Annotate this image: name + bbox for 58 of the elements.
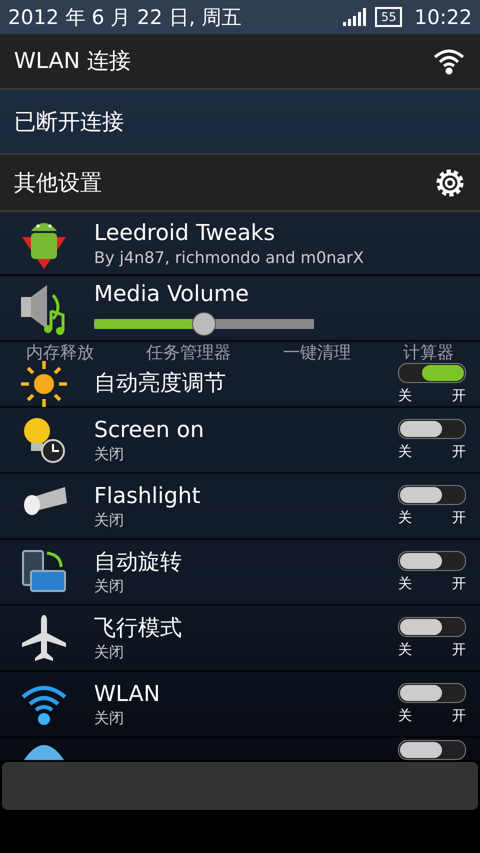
on-label: 开 <box>452 443 466 461</box>
settings-icon <box>434 166 466 198</box>
off-label: 关 <box>398 707 412 725</box>
toggle-status: 关闭 <box>94 444 125 464</box>
battery-level: 55 <box>375 7 402 27</box>
toggle-row[interactable]: 自动旋转 关闭 关 开 <box>0 540 480 606</box>
wifi-icon <box>432 47 466 75</box>
toggle-title: 飞行模式 <box>94 614 183 642</box>
tweaks-row[interactable]: Leedroid Tweaks By j4n87, richmondo and m0narX <box>0 212 480 276</box>
on-label: 开 <box>452 707 466 725</box>
toggle-status: 关闭 <box>94 642 125 662</box>
toggle-status: 关闭 <box>94 576 125 596</box>
off-label: 关 <box>398 443 412 461</box>
media-volume-title: Media Volume <box>94 280 250 308</box>
on-label: 开 <box>452 575 466 593</box>
toggle-title: 自动亮度调节 <box>94 370 227 398</box>
off-label: 关 <box>398 509 412 527</box>
toggle-status: 关闭 <box>94 708 125 728</box>
toggle-switch[interactable] <box>398 363 466 383</box>
off-label: 关 <box>398 575 412 593</box>
toggle-row[interactable]: WLAN 关闭 关 开 <box>0 672 480 738</box>
toggle-switch[interactable] <box>398 740 466 760</box>
toggle-row[interactable]: 飞行模式 关闭 关 开 <box>0 606 480 672</box>
off-label: 关 <box>398 387 412 405</box>
other-settings-header[interactable]: 其他设置 <box>0 155 480 212</box>
shade-handle[interactable] <box>2 762 478 810</box>
app-label[interactable]: 一键清理 <box>283 340 351 364</box>
wlan-status-text: 已断开连接 <box>14 108 124 136</box>
toggle-row[interactable] <box>0 738 480 762</box>
toggle-title: 自动旋转 <box>94 548 183 576</box>
toggle-switch[interactable] <box>398 617 466 637</box>
on-label: 开 <box>452 641 466 659</box>
wlan-status-row[interactable]: 已断开连接 <box>0 90 480 155</box>
date-text: 2012 年 6 月 22 日, 周五 <box>8 4 242 30</box>
toggle-title: Screen on <box>94 416 206 444</box>
wlan-title: WLAN 连接 <box>14 48 132 76</box>
toggle-switch[interactable] <box>398 683 466 703</box>
tweaks-title: Leedroid Tweaks <box>94 220 276 248</box>
toggle-switch[interactable] <box>398 419 466 439</box>
toggle-title: WLAN <box>94 680 162 708</box>
volume-thumb[interactable] <box>192 312 216 336</box>
clock-time: 10:22 <box>414 5 472 29</box>
off-label: 关 <box>398 641 412 659</box>
toggle-row[interactable]: Flashlight 关闭 关 开 <box>0 474 480 540</box>
on-label: 开 <box>452 387 466 405</box>
toggle-status: 关闭 <box>94 510 125 530</box>
app-label[interactable]: 计算器 <box>403 340 454 364</box>
toggle-switch[interactable] <box>398 485 466 505</box>
on-label: 开 <box>452 509 466 527</box>
app-label[interactable]: 内存释放 <box>26 340 94 364</box>
toggle-title: Flashlight <box>94 482 202 510</box>
toggle-switch[interactable] <box>398 551 466 571</box>
toggle-row[interactable]: 自动亮度调节 关 开 <box>0 362 480 408</box>
tweaks-credits: By j4n87, richmondo and m0narX <box>94 248 365 266</box>
app-label[interactable]: 任务管理器 <box>146 340 231 364</box>
wlan-header[interactable]: WLAN 连接 <box>0 34 480 90</box>
toggle-row[interactable]: Screen on 关闭 关 开 <box>0 408 480 474</box>
other-settings-title: 其他设置 <box>14 170 102 198</box>
